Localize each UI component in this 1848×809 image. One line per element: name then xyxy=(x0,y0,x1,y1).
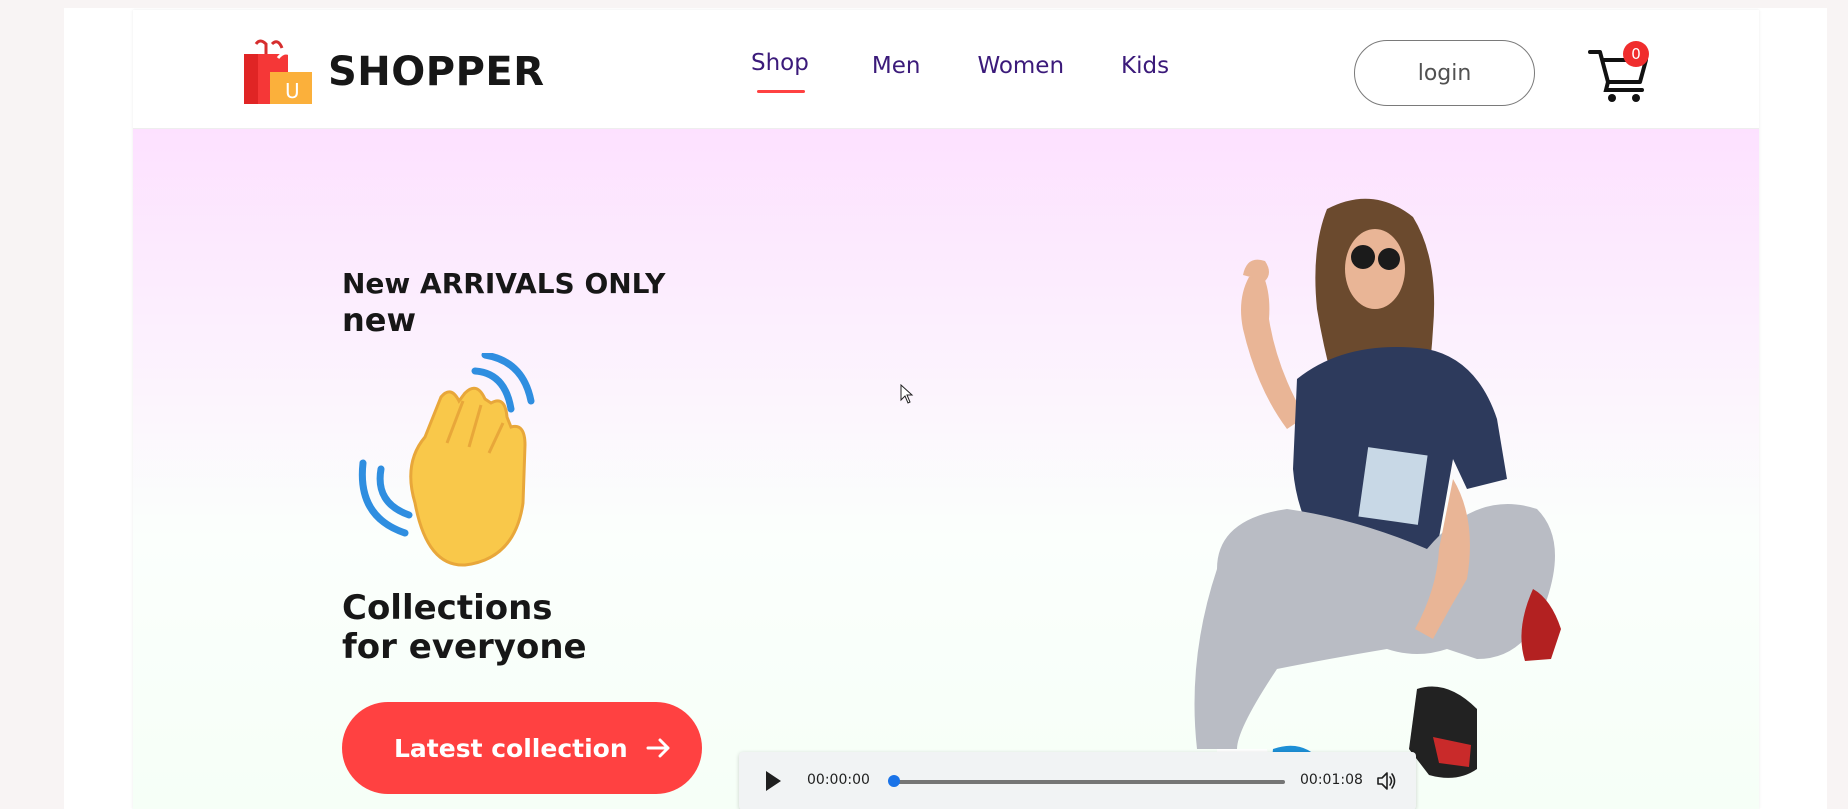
nav-item-kids[interactable]: Kids xyxy=(1121,53,1169,79)
hero-section: New ARRIVALS ONLY new Collections for ev… xyxy=(133,129,1759,809)
latest-collection-button[interactable]: Latest collection xyxy=(342,702,702,794)
waving-hand-icon xyxy=(358,353,535,567)
hero-label-sub: new xyxy=(342,301,417,339)
audio-seek-bar[interactable] xyxy=(894,780,1285,784)
cart-count-badge: 0 xyxy=(1623,41,1649,67)
hero-title-line1: Collections xyxy=(342,588,553,628)
nav-item-men[interactable]: Men xyxy=(872,53,921,79)
navbar: U SHOPPER Shop Men Women Kids login 0 xyxy=(133,10,1759,129)
hero-title: Collections for everyone xyxy=(342,589,587,667)
nav-item-label: Shop xyxy=(751,50,809,76)
audio-seek-thumb[interactable] xyxy=(888,775,900,787)
volume-icon[interactable] xyxy=(1376,770,1398,792)
shopping-bag-icon: U xyxy=(244,39,312,104)
audio-player: 00:00:00 00:01:08 xyxy=(739,752,1416,809)
login-button[interactable]: login xyxy=(1354,40,1535,106)
site-container: U SHOPPER Shop Men Women Kids login 0 Ne… xyxy=(133,10,1759,809)
hero-label: New ARRIVALS ONLY xyxy=(342,267,666,300)
active-underline xyxy=(757,90,805,93)
nav-item-shop[interactable]: Shop xyxy=(751,50,809,93)
nav-item-women[interactable]: Women xyxy=(977,53,1064,79)
nav-item-label: Women xyxy=(977,53,1065,79)
audio-total-time: 00:01:08 xyxy=(1300,772,1363,788)
model-photo xyxy=(1194,198,1561,809)
play-icon[interactable] xyxy=(763,769,783,793)
logo[interactable]: U SHOPPER xyxy=(242,38,545,106)
brand-name: SHOPPER xyxy=(328,49,545,95)
audio-current-time: 00:00:00 xyxy=(807,772,870,788)
hero-title-line2: for everyone xyxy=(342,627,587,667)
latest-collection-label: Latest collection xyxy=(394,733,628,763)
logo-letter: U xyxy=(285,79,300,103)
nav-item-label: Kids xyxy=(1121,53,1170,79)
nav-item-label: Men xyxy=(871,53,921,79)
nav-menu: Shop Men Women Kids xyxy=(751,50,1169,93)
arrow-right-icon xyxy=(646,738,670,758)
mouse-cursor-icon xyxy=(900,384,914,404)
